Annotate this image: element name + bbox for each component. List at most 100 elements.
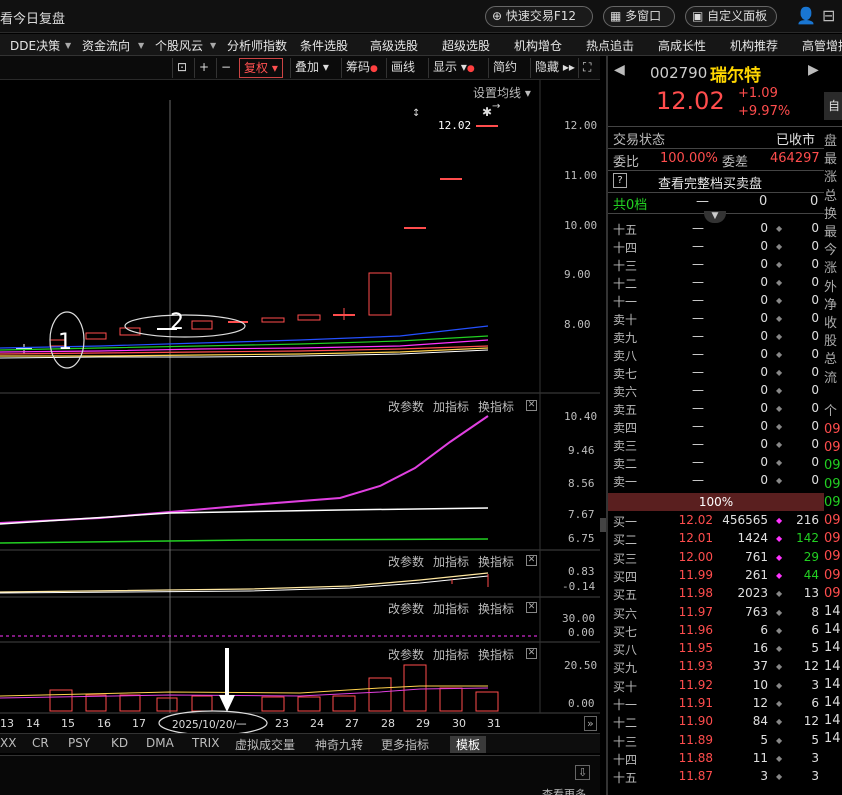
buy-level-row: 买八 11.95 16 ◆ 5 [608, 640, 824, 658]
close-icon[interactable]: ✕ [526, 555, 537, 566]
diamond-icon: ◆ [776, 350, 783, 359]
volume-bar [49, 689, 73, 712]
add-indicator-button[interactable]: 加指标 [433, 600, 469, 617]
custom-panel-button[interactable]: ▣ 自定义面板 [685, 6, 777, 27]
annotation-arrow-head [219, 695, 235, 712]
change-params-button[interactable]: 改参数 [388, 398, 424, 415]
close-icon[interactable]: ✕ [526, 648, 537, 659]
diejia-button[interactable]: 叠加 ▾ [290, 58, 333, 78]
volume-bar [85, 694, 107, 712]
yincang-button[interactable]: 隐藏 ▸▸ [530, 58, 579, 78]
fullscreen-icon[interactable]: ⛶ [578, 58, 595, 78]
diamond-icon: ◆ [776, 717, 783, 727]
level-change: 0 [811, 383, 819, 397]
diamond-icon: ◆ [776, 224, 783, 233]
ma-settings-button[interactable]: 设置均线 ▾ [473, 84, 531, 101]
full-depth-link[interactable]: 查看完整档买卖盘 [658, 173, 762, 192]
quick-trade-button[interactable]: ⊕ 快速交易F12 [485, 6, 593, 27]
sell-level-row: 十二 —0 ◆ 0 [608, 274, 824, 292]
y-label: 20.50 [564, 659, 598, 672]
volume-bar [475, 691, 499, 712]
y-label: 12.00 [564, 119, 598, 132]
prev-stock-icon[interactable]: ◀ [614, 62, 625, 78]
tab-cr[interactable]: CR [32, 736, 49, 750]
xianshi-button[interactable]: 显示 ▾● [428, 58, 479, 78]
tab-magic-nine[interactable]: 神奇九转 [315, 736, 363, 753]
volume-bar [119, 694, 141, 712]
tab-kd[interactable]: KD [111, 736, 128, 750]
close-icon[interactable]: ✕ [526, 602, 537, 613]
next-stock-icon[interactable]: ▶ [808, 62, 819, 78]
level-label: 十五 [613, 771, 638, 786]
switch-indicator-button[interactable]: 换指标 [478, 398, 514, 415]
level-price: 11.90 [678, 714, 713, 729]
menu-institution-add[interactable]: 机构增仓 [514, 37, 562, 54]
tab-xx[interactable]: XX [0, 736, 16, 750]
tab-dma[interactable]: DMA [146, 736, 174, 750]
tab-template[interactable]: 模板 [450, 736, 487, 753]
menu-hotspot[interactable]: 热点追击 [586, 37, 634, 54]
level-label: 买三 [613, 551, 638, 566]
buy-level-row: 买三 12.00 761 ◆ 29 [608, 549, 824, 567]
fuquan-button[interactable]: 复权 ▾ [239, 58, 283, 78]
splitter-handle[interactable] [600, 518, 606, 532]
level-change: 5 [811, 732, 819, 747]
tab-psy[interactable]: PSY [68, 736, 90, 750]
level-volume: 0 [760, 455, 768, 469]
add-indicator-button[interactable]: 加指标 [433, 646, 469, 663]
menu-analyst[interactable]: 分析师指数 [227, 37, 287, 54]
menu-fund-flow[interactable]: 资金流向 [82, 37, 130, 54]
sell-level-row: 卖八 —0 ◆ 0 [608, 346, 824, 364]
more-icon[interactable]: ⊟ [822, 6, 835, 25]
view-more-link[interactable]: 查看更多 [542, 786, 586, 795]
menu-inst-recommend[interactable]: 机构推荐 [730, 37, 778, 54]
scroll-right-icon[interactable]: » [584, 716, 597, 731]
menu-dde[interactable]: DDE决策 [10, 37, 60, 54]
user-icon[interactable]: 👤 [796, 6, 816, 25]
edge-cell: 收 [824, 316, 838, 331]
tab-more-indicators[interactable]: 更多指标 [381, 736, 429, 753]
buy-level-row: 买七 11.96 6 ◆ 6 [608, 622, 824, 640]
level-label: 买九 [613, 661, 638, 676]
switch-indicator-button[interactable]: 换指标 [478, 600, 514, 617]
multi-window-button[interactable]: ▦ 多窗口 [603, 6, 675, 27]
level-change: 3 [811, 769, 819, 784]
level-change: 0 [811, 239, 819, 253]
y-label: -0.14 [562, 580, 596, 593]
switch-indicator-button[interactable]: 换指标 [478, 646, 514, 663]
menu-stock-news[interactable]: 个股风云 [155, 37, 203, 54]
diamond-icon: ◆ [776, 314, 783, 323]
help-icon[interactable]: ? [613, 173, 627, 188]
switch-indicator-button[interactable]: 换指标 [478, 553, 514, 570]
menu-super-select[interactable]: 超级选股 [442, 37, 490, 54]
menu-condition-select[interactable]: 条件选股 [300, 37, 348, 54]
lock-icon[interactable]: ⊡ [172, 58, 191, 78]
zoom-out-icon[interactable]: − [216, 58, 235, 78]
annotation-label-1: 1 [58, 330, 72, 355]
y-label: 30.00 [562, 612, 596, 625]
change-params-button[interactable]: 改参数 [388, 646, 424, 663]
jianyue-button[interactable]: 简约 [488, 58, 521, 78]
buy-level-row: 买五 11.98 2023 ◆ 13 [608, 585, 824, 603]
tab-trix[interactable]: TRIX [192, 736, 219, 750]
candle [119, 327, 141, 336]
add-indicator-button[interactable]: 加指标 [433, 553, 469, 570]
level-volume: 0 [760, 473, 768, 487]
close-icon[interactable]: ✕ [526, 400, 537, 411]
change-params-button[interactable]: 改参数 [388, 600, 424, 617]
level-price: 11.89 [678, 732, 713, 747]
level-change: 0 [811, 473, 819, 487]
menu-advanced-select[interactable]: 高级选股 [370, 37, 418, 54]
huaxian-button[interactable]: 画线 [386, 58, 419, 78]
edge-cell: 外 [824, 279, 838, 295]
side-button[interactable]: 自 [824, 92, 842, 120]
menu-growth[interactable]: 高成长性 [658, 37, 706, 54]
menu-exec-increase[interactable]: 高管增持 [802, 37, 842, 54]
change-params-button[interactable]: 改参数 [388, 553, 424, 570]
tab-virtual-volume[interactable]: 虚拟成交量 [235, 736, 295, 753]
zoom-in-icon[interactable]: + [194, 58, 213, 78]
level-change: 8 [811, 604, 819, 619]
add-indicator-button[interactable]: 加指标 [433, 398, 469, 415]
collapse-icon[interactable]: ⇩ [575, 765, 591, 780]
chouma-button[interactable]: 筹码● [341, 58, 382, 78]
